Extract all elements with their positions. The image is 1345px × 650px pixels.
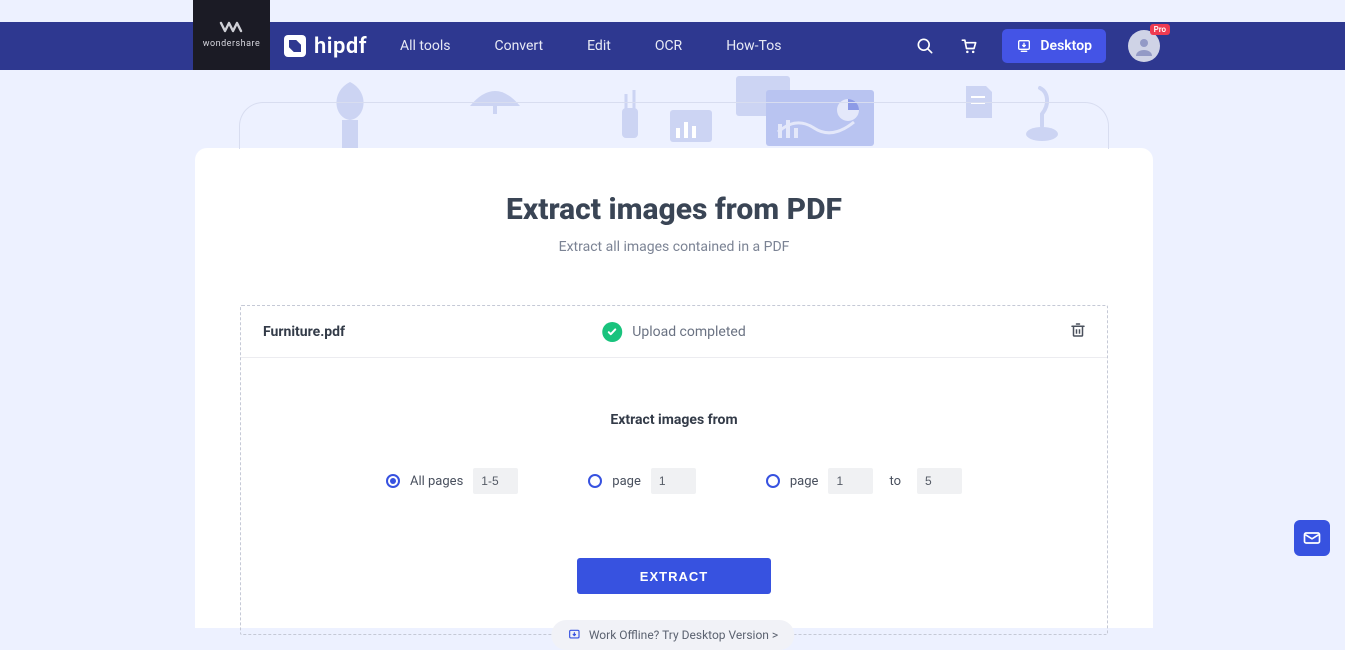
nav-all-tools[interactable]: All tools	[400, 38, 450, 54]
download-icon	[567, 628, 581, 642]
offline-pill[interactable]: Work Offline? Try Desktop Version >	[551, 620, 794, 650]
radio-all-pages[interactable]	[386, 474, 400, 488]
desktop-button-label: Desktop	[1040, 38, 1092, 54]
desktop-button[interactable]: Desktop	[1002, 29, 1106, 63]
extract-button[interactable]: EXTRACT	[577, 558, 771, 594]
pro-badge: Pro	[1150, 24, 1170, 35]
download-icon	[1016, 38, 1032, 54]
opt-range-label: page	[790, 474, 819, 489]
range-from-input[interactable]	[828, 468, 873, 494]
file-name: Furniture.pdf	[263, 324, 583, 340]
all-pages-value	[473, 468, 518, 494]
opt-single-page[interactable]: page	[588, 468, 696, 494]
avatar[interactable]: Pro	[1128, 30, 1160, 62]
wondershare-label: wondershare	[203, 39, 261, 49]
range-to-label: to	[889, 474, 901, 489]
page-title: Extract images from PDF	[195, 192, 1153, 227]
brand-logo-icon	[284, 35, 306, 57]
wondershare-badge[interactable]: wondershare	[193, 0, 270, 70]
nav-right: Desktop Pro	[914, 22, 1160, 70]
options-row: All pages page page to	[241, 468, 1107, 494]
delete-file-button[interactable]	[1069, 321, 1087, 343]
main-card: Extract images from PDF Extract all imag…	[195, 148, 1153, 628]
file-row: Furniture.pdf Upload completed	[241, 306, 1107, 358]
cart-icon[interactable]	[958, 35, 980, 57]
opt-all-pages-label: All pages	[410, 474, 463, 489]
page-subtitle: Extract all images contained in a PDF	[195, 239, 1153, 255]
upload-status-text: Upload completed	[632, 324, 746, 340]
search-icon[interactable]	[914, 35, 936, 57]
range-to-input[interactable]	[917, 468, 962, 494]
radio-single-page[interactable]	[588, 474, 602, 488]
check-icon	[602, 322, 622, 342]
upload-status: Upload completed	[602, 322, 746, 342]
wondershare-icon	[219, 21, 245, 35]
avatar-icon	[1132, 34, 1156, 58]
mail-icon	[1302, 528, 1322, 548]
single-page-input[interactable]	[651, 468, 696, 494]
nav-howtos[interactable]: How-Tos	[726, 38, 781, 54]
nav-links: All tools Convert Edit OCR How-Tos	[400, 22, 781, 70]
options-title: Extract images from	[241, 412, 1107, 428]
opt-page-range[interactable]: page to	[766, 468, 962, 494]
brand[interactable]: hipdf	[284, 22, 367, 70]
upload-panel: Furniture.pdf Upload completed Extract i…	[240, 305, 1108, 635]
feedback-button[interactable]	[1294, 520, 1330, 556]
brand-text: hipdf	[314, 34, 367, 59]
nav-convert[interactable]: Convert	[494, 38, 543, 54]
radio-page-range[interactable]	[766, 474, 780, 488]
opt-single-label: page	[612, 474, 641, 489]
opt-all-pages[interactable]: All pages	[386, 468, 518, 494]
nav-ocr[interactable]: OCR	[655, 38, 682, 54]
nav-edit[interactable]: Edit	[587, 38, 611, 54]
offline-label: Work Offline? Try Desktop Version >	[589, 628, 778, 642]
